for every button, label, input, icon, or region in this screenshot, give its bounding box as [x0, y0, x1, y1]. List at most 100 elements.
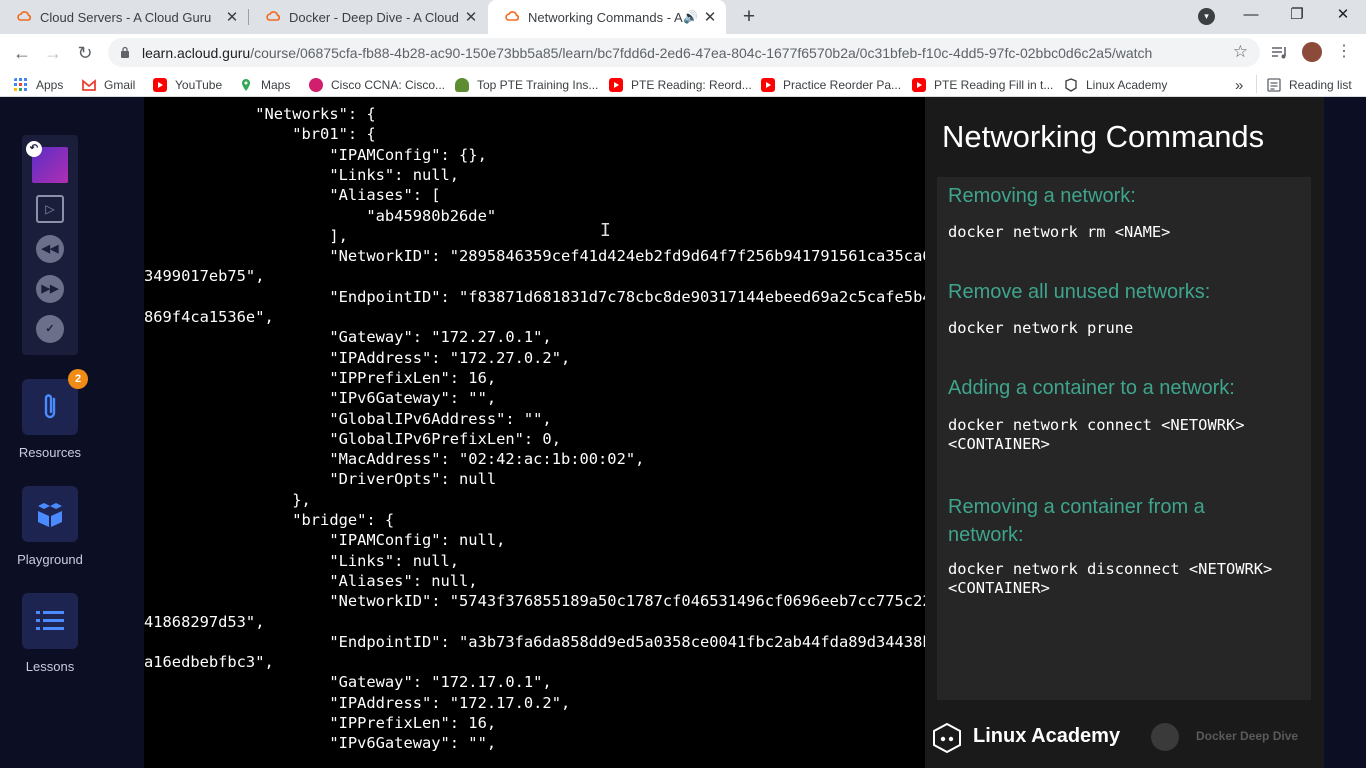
terminal-line: "NetworkID": "5743f376855189a50c1787cf04…: [144, 592, 951, 611]
forward-arrow-icon[interactable]: →: [40, 40, 66, 66]
resources-label[interactable]: Resources: [0, 445, 100, 460]
bookmark-linux-academy[interactable]: Linux Academy: [1064, 76, 1167, 94]
terminal-line: "Gateway": "172.17.0.1",: [144, 673, 552, 692]
bookmark-youtube[interactable]: YouTube: [153, 76, 222, 94]
address-bar[interactable]: learn.acloud.guru/course/06875cfa-fb88-4…: [108, 38, 1260, 67]
bookmarks-bar: Apps Gmail YouTube Maps Cisco CCNA: Cisc…: [0, 71, 1366, 97]
terminal-line: 3499017eb75",: [144, 267, 265, 286]
browser-tab-active[interactable]: Networking Commands - A C 🔊 ✕: [488, 0, 726, 34]
mark-complete-icon[interactable]: ✓: [36, 315, 64, 343]
bookmark-label: Practice Reorder Pa...: [783, 78, 902, 92]
browser-tab[interactable]: Cloud Servers - A Cloud Guru ✕: [0, 0, 248, 34]
terminal-line: "ab45980b26de": [144, 206, 497, 225]
terminal-line: "NetworkID": "2895846359cef41d424eb2fd9d…: [144, 247, 951, 266]
playground-button[interactable]: [22, 486, 78, 542]
terminal-line: "GlobalIPv6Address": "",: [144, 409, 552, 428]
bookmark-pte-fill[interactable]: PTE Reading Fill in t...: [912, 76, 1053, 94]
terminal-line: "IPAMConfig": {},: [144, 145, 487, 164]
terminal-line: 41868297d53",: [144, 612, 265, 631]
bookmark-gmail[interactable]: Gmail: [82, 76, 135, 94]
lessons-label[interactable]: Lessons: [0, 659, 100, 674]
terminal-line: "MacAddress": "02:42:ac:1b:00:02",: [144, 450, 645, 469]
profile-avatar[interactable]: [1302, 42, 1322, 62]
bookmark-pte-reading[interactable]: PTE Reading: Reord...: [609, 76, 752, 94]
video-player[interactable]: "Networks": { "br01": { "IPAMConfig": {}…: [144, 97, 1324, 768]
bookmark-label: PTE Reading Fill in t...: [934, 78, 1054, 92]
bookmarks-divider: [1256, 75, 1257, 93]
url-text: learn.acloud.guru/course/06875cfa-fb88-4…: [142, 45, 1152, 61]
linux-academy-icon: [1065, 78, 1077, 92]
brand-name: Linux Academy: [973, 725, 1121, 747]
new-tab-button[interactable]: +: [737, 5, 761, 29]
cloud-guru-favicon-icon: [17, 11, 32, 21]
slide-heading: Adding a container to a network:: [948, 377, 1235, 399]
slide-heading: Remove all unused networks:: [948, 281, 1211, 303]
speaker-icon[interactable]: 🔊: [683, 10, 698, 24]
compass-icon: [1151, 723, 1179, 751]
playground-label[interactable]: Playground: [0, 552, 100, 567]
course-tag: Docker Deep Dive: [1196, 729, 1299, 743]
bookmark-label: Cisco CCNA: Cisco...: [331, 78, 446, 92]
terminal-line: "Links": null,: [144, 165, 460, 184]
terminal-line: "EndpointID": "a3b73fa6da858dd9ed5a0358c…: [144, 632, 951, 651]
url-host: learn.acloud.guru: [142, 45, 251, 61]
terminal-line: "IPAddress": "172.17.0.2",: [144, 693, 571, 712]
tab-title: Cloud Servers - A Cloud Guru: [40, 9, 212, 25]
tab-title: Networking Commands - A C: [528, 9, 684, 25]
tab-title: Docker - Deep Dive - A Cloud Gu: [289, 9, 463, 25]
pte-badge-icon: [455, 78, 469, 92]
maps-icon: [242, 79, 250, 91]
slide-content: Removing a network: docker network rm <N…: [937, 177, 1311, 700]
cloud-guru-favicon-icon: [505, 11, 520, 21]
terminal-line: "IPAddress": "172.27.0.2",: [144, 348, 571, 367]
terminal-line: "GlobalIPv6PrefixLen": 0,: [144, 429, 561, 448]
toggle-panel-icon[interactable]: ▷: [36, 195, 64, 223]
browser-tab[interactable]: Docker - Deep Dive - A Cloud Gu ✕: [249, 0, 487, 34]
slide-command: docker network prune: [948, 319, 1134, 337]
resources-button[interactable]: [22, 379, 78, 435]
slide-command: docker network disconnect <NETOWRK> <CON…: [948, 560, 1273, 597]
terminal-line: "bridge": {: [144, 511, 395, 529]
paperclip-icon: [44, 394, 56, 419]
bookmark-pte-training[interactable]: Top PTE Training Ins...: [455, 76, 598, 94]
bookmark-label: Maps: [261, 78, 291, 92]
back-arrow-icon[interactable]: ←: [9, 40, 35, 66]
window-close-icon[interactable]: ✕: [1320, 0, 1366, 30]
bookmark-cisco[interactable]: Cisco CCNA: Cisco...: [309, 76, 445, 94]
player-tools-panel: ↶ ▷ ◀◀ ▶▶ ✓: [22, 135, 78, 355]
minimize-icon[interactable]: —: [1228, 0, 1274, 30]
bookmark-label: Top PTE Training Ins...: [477, 78, 599, 92]
bookmark-apps[interactable]: Apps: [14, 76, 63, 94]
tab-search-icon[interactable]: ▾: [1198, 8, 1215, 25]
lessons-button[interactable]: [22, 593, 78, 649]
bookmark-maps[interactable]: Maps: [239, 76, 290, 94]
youtube-icon: [153, 78, 167, 92]
reload-icon[interactable]: ↻: [72, 40, 98, 66]
chrome-menu-icon[interactable]: ⋮: [1336, 42, 1352, 62]
terminal-line: "IPPrefixLen": 16,: [144, 714, 497, 732]
bookmarks-overflow-button[interactable]: »: [1235, 76, 1243, 94]
course-sidebar: ↶ ▷ ◀◀ ▶▶ ✓ 2 Resources Playground Lesso…: [0, 97, 100, 768]
terminal-line: ],: [144, 226, 348, 245]
resources-count-badge: 2: [68, 369, 88, 389]
terminal-line: },: [144, 490, 311, 509]
slide-panel: Networking Commands Removing a network: …: [925, 97, 1324, 768]
fast-forward-icon[interactable]: ▶▶: [36, 275, 64, 303]
rewind-icon[interactable]: ◀◀: [36, 235, 64, 263]
slide-heading: Removing a container from a network:: [948, 496, 1205, 546]
reading-list-button[interactable]: Reading list: [1267, 76, 1352, 94]
terminal-line: "Gateway": "172.27.0.1",: [144, 328, 552, 347]
restore-icon[interactable]: ❐: [1274, 0, 1320, 30]
tab-close-icon[interactable]: ✕: [463, 8, 479, 26]
slide-heading: Removing a network:: [948, 185, 1136, 207]
media-control-icon[interactable]: [1270, 43, 1290, 63]
tab-close-icon[interactable]: ✕: [224, 8, 240, 26]
back-to-course-icon[interactable]: ↶: [26, 141, 42, 157]
bookmark-star-icon[interactable]: ☆: [1233, 42, 1248, 62]
gmail-icon: [82, 79, 96, 91]
terminal-line: "IPPrefixLen": 16,: [144, 368, 497, 387]
youtube-icon: [609, 78, 623, 92]
course-page: ↶ ▷ ◀◀ ▶▶ ✓ 2 Resources Playground Lesso…: [0, 97, 1366, 768]
bookmark-practice-reorder[interactable]: Practice Reorder Pa...: [761, 76, 901, 94]
tab-close-icon[interactable]: ✕: [702, 8, 718, 26]
